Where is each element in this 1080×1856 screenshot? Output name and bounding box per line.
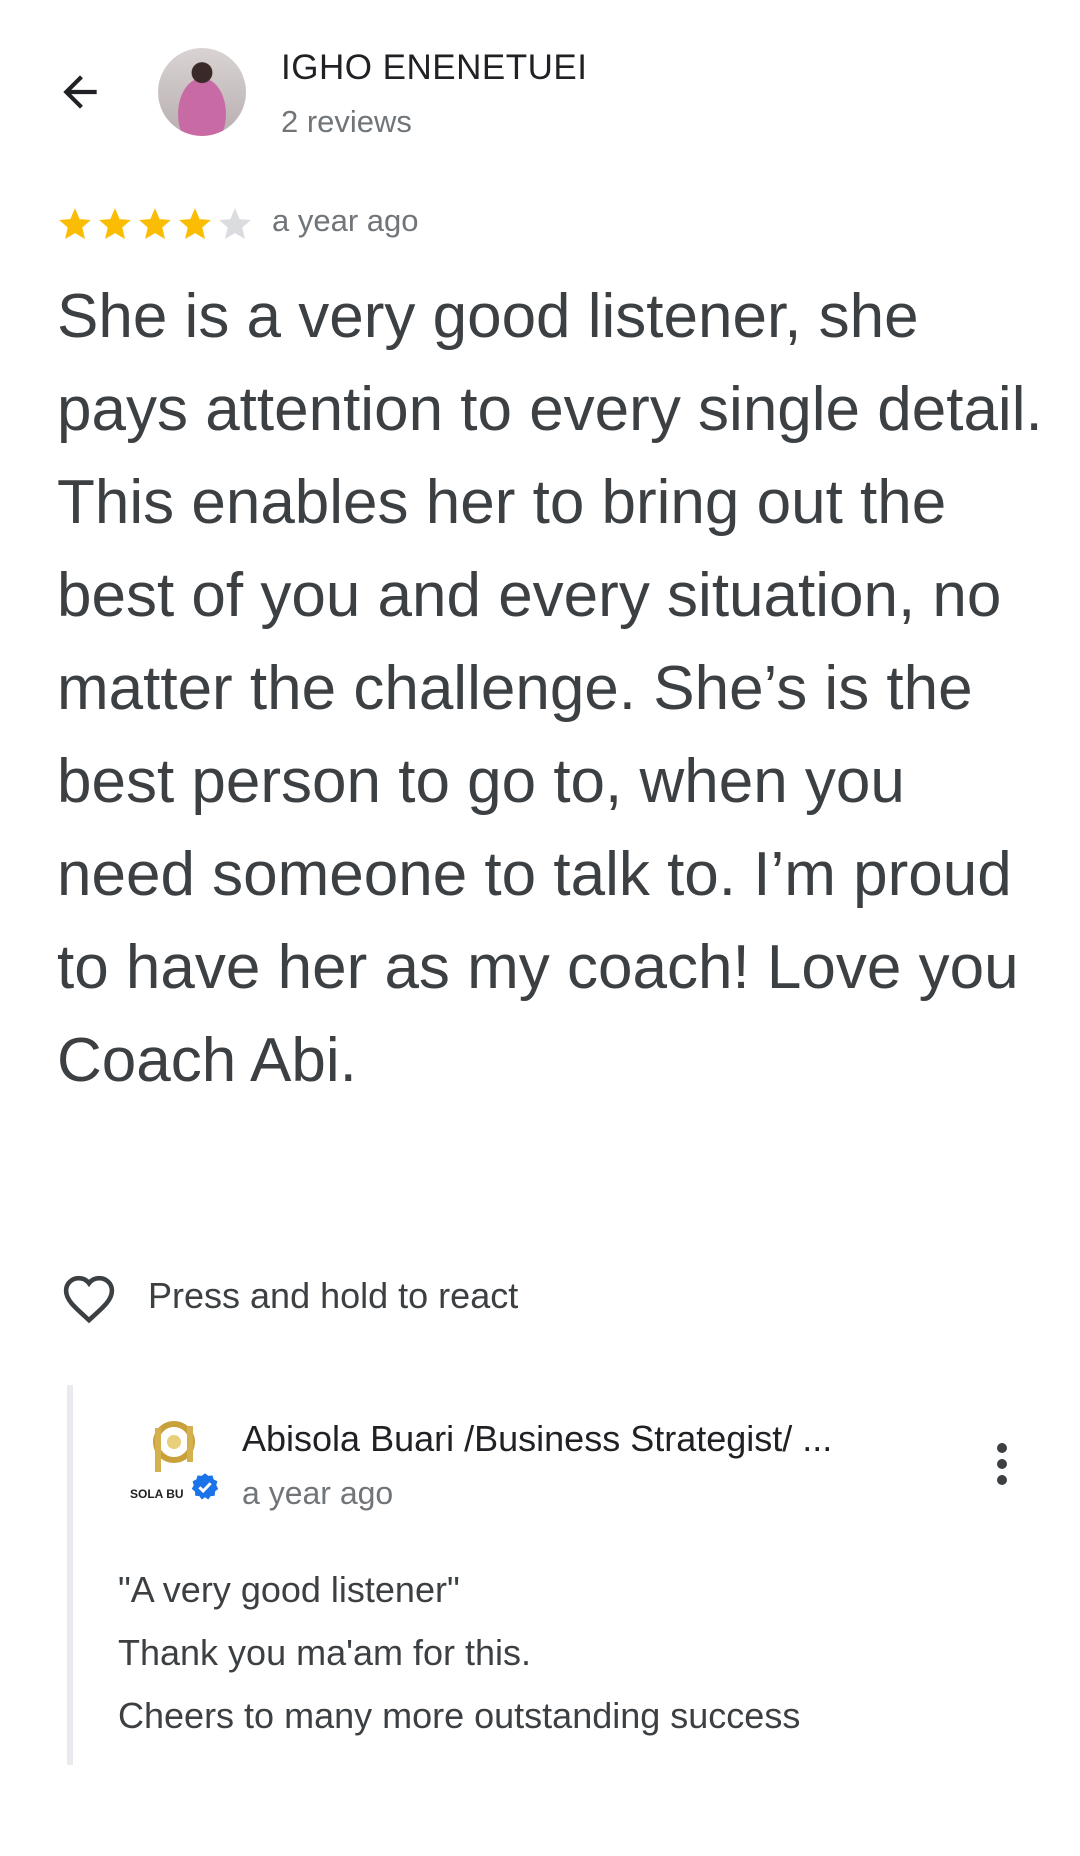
star-icon (139, 208, 171, 240)
reply-line: Cheers to many more outstanding success (118, 1695, 801, 1736)
reviewer-name[interactable]: IGHO ENENETUEI (281, 48, 587, 88)
reply-divider (67, 1385, 73, 1765)
react-button[interactable]: Press and hold to react (58, 1268, 518, 1324)
owner-reply-time: a year ago (242, 1475, 394, 1511)
reply-line: "A very good listener" (118, 1569, 460, 1610)
owner-reply-text: "A very good listener" Thank you ma'am f… (118, 1558, 800, 1747)
star-icon (179, 208, 211, 240)
more-options-button[interactable] (978, 1440, 1026, 1488)
review-time: a year ago (272, 203, 419, 238)
reviewer-avatar[interactable] (158, 48, 246, 136)
reply-line: Thank you ma'am for this. (118, 1632, 532, 1673)
react-label: Press and hold to react (148, 1275, 519, 1316)
verified-icon (191, 1473, 219, 1500)
star-icon (99, 208, 131, 240)
star-rating (56, 205, 254, 243)
owner-logo[interactable]: SOLA BU (128, 1412, 224, 1508)
reviewer-review-count: 2 reviews (281, 104, 412, 139)
heart-outline-icon (63, 1275, 115, 1324)
arrow-back-icon (63, 75, 97, 109)
more-vert-icon (997, 1443, 1007, 1485)
star-icon (59, 208, 91, 240)
logo-text: SOLA BU (130, 1487, 184, 1501)
back-button[interactable] (50, 62, 110, 122)
star-icon (219, 208, 251, 240)
review-text: She is a very good listener, she pays at… (57, 282, 1043, 1095)
owner-name[interactable]: Abisola Buari /Business Strategist/ ... (242, 1418, 832, 1460)
